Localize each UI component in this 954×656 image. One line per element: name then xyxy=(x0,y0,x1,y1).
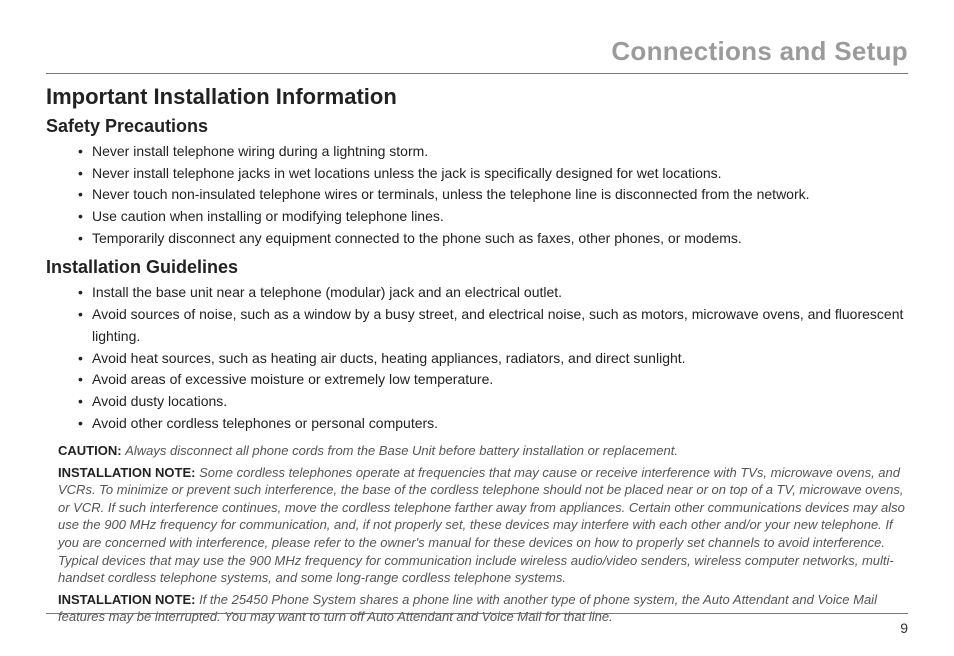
note-body: Always disconnect all phone cords from t… xyxy=(125,443,678,458)
chapter-title: Connections and Setup xyxy=(46,36,908,67)
note-lead: CAUTION: xyxy=(58,443,122,458)
section-title: Important Installation Information xyxy=(46,84,908,110)
installation-note-1: INSTALLATION NOTE: Some cordless telepho… xyxy=(46,464,908,587)
safety-heading: Safety Precautions xyxy=(46,116,908,137)
top-divider xyxy=(46,73,908,74)
list-item: Temporarily disconnect any equipment con… xyxy=(78,228,908,250)
list-item: Install the base unit near a telephone (… xyxy=(78,282,908,304)
list-item: Avoid other cordless telephones or perso… xyxy=(78,413,908,435)
caution-note: CAUTION: Always disconnect all phone cor… xyxy=(46,442,908,460)
list-item: Avoid sources of noise, such as a window… xyxy=(78,304,908,347)
note-lead: INSTALLATION NOTE: xyxy=(58,465,195,480)
list-item: Avoid areas of excessive moisture or ext… xyxy=(78,369,908,391)
note-lead: INSTALLATION NOTE: xyxy=(58,592,195,607)
list-item: Avoid dusty locations. xyxy=(78,391,908,413)
list-item: Never install telephone wiring during a … xyxy=(78,141,908,163)
list-item: Never touch non-insulated telephone wire… xyxy=(78,184,908,206)
list-item: Never install telephone jacks in wet loc… xyxy=(78,163,908,185)
page-number: 9 xyxy=(46,620,908,636)
guidelines-heading: Installation Guidelines xyxy=(46,257,908,278)
note-body: Some cordless telephones operate at freq… xyxy=(58,465,905,585)
document-page: Connections and Setup Important Installa… xyxy=(0,0,954,656)
page-footer: 9 xyxy=(46,613,908,636)
list-item: Avoid heat sources, such as heating air … xyxy=(78,348,908,370)
list-item: Use caution when installing or modifying… xyxy=(78,206,908,228)
bottom-divider xyxy=(46,613,908,614)
safety-list: Never install telephone wiring during a … xyxy=(46,141,908,249)
guidelines-list: Install the base unit near a telephone (… xyxy=(46,282,908,434)
